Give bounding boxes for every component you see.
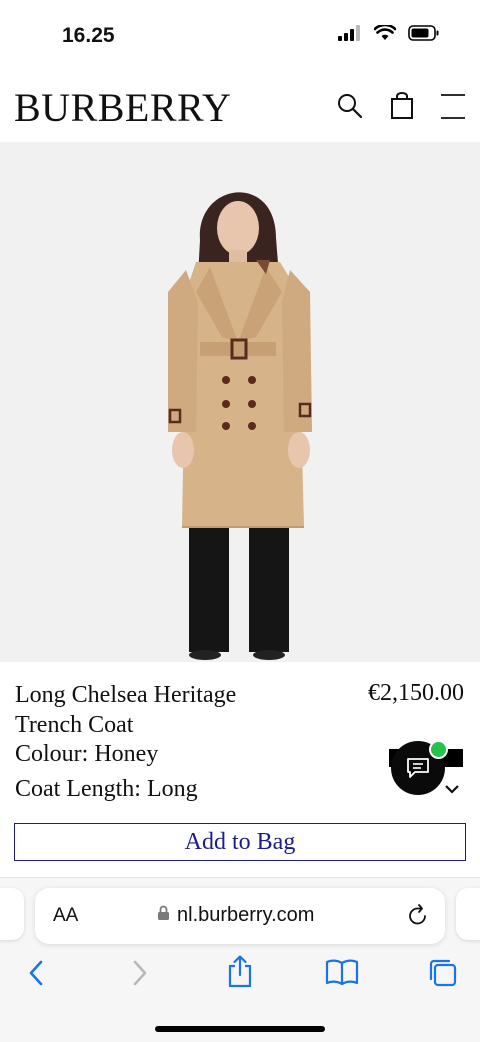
battery-icon (408, 25, 440, 46)
status-bar: 16.25 (0, 0, 480, 72)
next-tab-preview[interactable] (456, 888, 480, 940)
chat-online-dot (429, 740, 448, 759)
lock-icon (157, 905, 170, 926)
reload-icon[interactable] (407, 903, 429, 932)
add-to-bag-button[interactable]: Add to Bag (14, 823, 466, 861)
product-price: €2,150.00 (368, 680, 464, 706)
menu-icon[interactable] (440, 92, 466, 125)
url-display[interactable]: nl.burberry.com (157, 904, 314, 927)
product-info: Long Chelsea Heritage Trench Coat €2,150… (0, 662, 480, 877)
forward-icon[interactable] (130, 958, 150, 993)
browser-nav-row (0, 955, 480, 998)
browser-toolbar: AA nl.burberry.com (0, 877, 480, 1042)
back-icon[interactable] (26, 958, 46, 993)
address-bar[interactable]: AA nl.burberry.com (35, 888, 445, 944)
chevron-down-icon[interactable] (444, 782, 460, 800)
previous-tab-preview[interactable] (0, 888, 24, 940)
site-header: BURBERRY (0, 72, 480, 142)
bookmarks-icon[interactable] (325, 958, 359, 991)
search-icon[interactable] (336, 92, 364, 125)
status-time: 16.25 (62, 24, 115, 47)
chat-icon (406, 757, 430, 784)
brand-logo[interactable]: BURBERRY (14, 84, 231, 131)
shopping-bag-icon[interactable] (390, 92, 414, 125)
url-text: nl.burberry.com (177, 904, 315, 926)
status-icons (338, 23, 440, 46)
home-indicator (155, 1026, 325, 1032)
colour-label: Colour: Honey (15, 741, 159, 767)
share-icon[interactable] (226, 954, 254, 993)
product-image[interactable] (0, 142, 480, 662)
product-name: Long Chelsea Heritage Trench Coat (15, 682, 237, 738)
reader-settings-button[interactable]: AA (53, 905, 78, 927)
tabs-icon[interactable] (428, 958, 458, 993)
trench-coat-model-photo (0, 142, 480, 662)
signal-icon (338, 25, 362, 46)
wifi-icon (373, 23, 397, 46)
coat-length-selector[interactable]: Coat Length: Long (15, 776, 198, 803)
